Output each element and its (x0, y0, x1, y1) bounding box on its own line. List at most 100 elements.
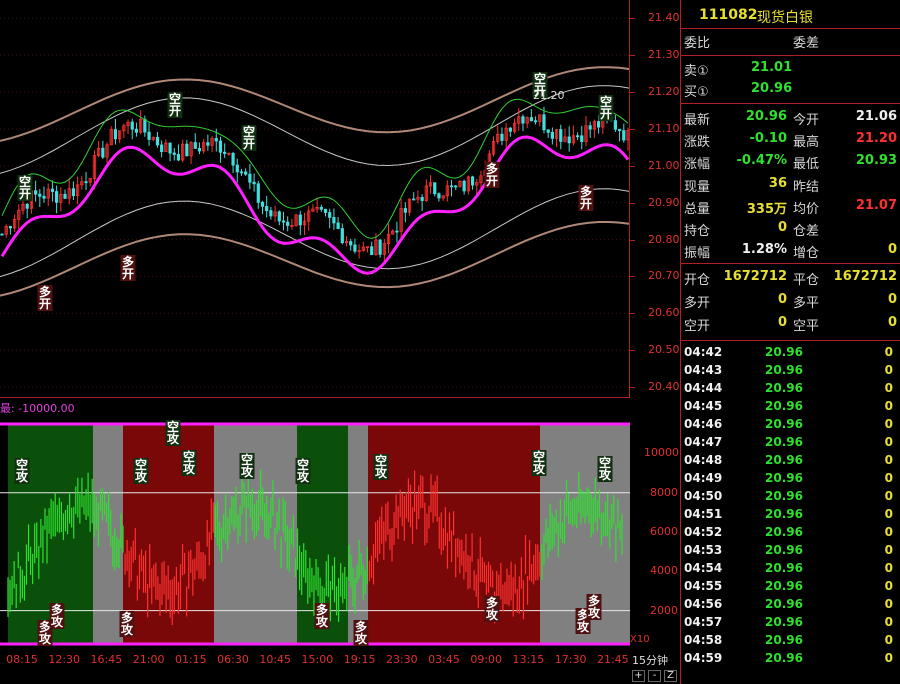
candle-body (319, 206, 323, 210)
tick-time: 04:44 (684, 381, 723, 395)
tick-row: 04:55 20.96 0 (681, 577, 900, 595)
tick-time: 04:53 (684, 543, 723, 557)
candle-body (223, 151, 227, 154)
short-attack-signal-char: 攻 (241, 464, 254, 479)
candle-body (269, 210, 273, 217)
tick-price: 20.96 (765, 561, 803, 575)
candle-body (617, 128, 622, 132)
short-attack-signal-char: 攻 (167, 431, 180, 446)
tick-price: 20.96 (765, 633, 803, 647)
tick-volume: 0 (884, 579, 893, 593)
tick-volume: 0 (884, 615, 893, 629)
candle-body (265, 205, 269, 212)
candle-body (500, 133, 504, 141)
candle-body (55, 191, 59, 203)
tick-price: 20.96 (765, 471, 803, 485)
tick-volume: 0 (884, 561, 893, 575)
tick-price: 20.96 (765, 417, 803, 431)
price-tick-label: 21.30 (648, 48, 680, 62)
short-attack-signal-char: 攻 (533, 461, 546, 476)
tick-price: 20.96 (765, 651, 803, 665)
quote-panel: 111082 现货白银 委比 委差 卖① 21.01 买① 20.96 最新 2… (680, 0, 900, 684)
tick-time: 04:59 (684, 651, 723, 665)
long-attack-signal-char: 攻 (355, 631, 368, 646)
tick-price: 20.96 (765, 597, 803, 611)
tick-time: 04:48 (684, 453, 723, 467)
tick-time: 04:50 (684, 489, 723, 503)
signal-lines (0, 98, 630, 275)
candle-body (336, 222, 340, 229)
candle-body (172, 152, 176, 155)
candle-body (130, 121, 134, 130)
tick-row: 04:45 20.96 0 (681, 397, 900, 415)
scroll-strip[interactable] (0, 668, 630, 684)
tick-time: 04:43 (684, 363, 723, 377)
tick-row: 04:57 20.96 0 (681, 613, 900, 631)
short-attack-signal-char: 攻 (297, 469, 310, 484)
short-row: 空开 0 空平 0 (684, 315, 897, 334)
tick-price: 20.96 (765, 579, 803, 593)
price-chart[interactable]: 空开多开多开空开空开多开空开多开空开 (0, 0, 630, 398)
tick-row: 04:53 20.96 0 (681, 541, 900, 559)
candle-body (596, 121, 601, 128)
candle-body (218, 140, 223, 153)
candle-body (260, 201, 265, 207)
candle-body (193, 142, 197, 149)
candle-body (0, 233, 4, 236)
volume-row: 现量 36 昨结 (684, 176, 820, 195)
change-row: 涨跌 -0.10 最高 21.20 (684, 131, 897, 150)
indicator-tick-label: 8000 (650, 485, 678, 499)
candle-body (298, 214, 302, 226)
candle-body (34, 190, 38, 195)
time-tick-label: 12:30 (48, 653, 81, 666)
tick-price: 20.96 (765, 345, 803, 359)
tick-volume: 0 (884, 363, 893, 377)
candle-body (101, 147, 105, 158)
tick-time: 04:46 (684, 417, 723, 431)
tick-volume: 0 (884, 543, 893, 557)
tick-volume: 0 (884, 597, 893, 611)
tick-time: 04:47 (684, 435, 723, 449)
trade-signals: 空开多开多开空开空开多开空开多开空开 (17, 71, 614, 311)
candle-body (550, 131, 554, 139)
candle-body (370, 246, 374, 256)
tick-row: 04:49 20.96 0 (681, 469, 900, 487)
zoom-reset-button[interactable]: Z (664, 670, 677, 682)
candle-body (403, 208, 407, 213)
candle-body (235, 164, 239, 173)
tick-row: 04:58 20.96 0 (681, 631, 900, 649)
candle-body (147, 131, 151, 140)
buy-price: 20.96 (751, 81, 793, 96)
candle-body (38, 193, 42, 197)
short-attack-signal-char: 攻 (375, 465, 388, 480)
zoom-out-button[interactable]: - (648, 670, 661, 682)
tick-time: 04:42 (684, 345, 723, 359)
period-selector[interactable]: 15分钟 (632, 652, 668, 668)
time-tick-label: 19:15 (343, 653, 376, 666)
candle-body (437, 193, 441, 199)
tick-price: 20.96 (765, 525, 803, 539)
tick-row: 04:59 20.96 0 (681, 649, 900, 667)
candle-body (25, 203, 29, 209)
candle-body (433, 182, 437, 195)
short-attack-signal-char: 攻 (183, 461, 196, 476)
candle-body (395, 230, 399, 233)
candle-body (533, 120, 538, 123)
tick-time: 04:55 (684, 579, 723, 593)
tick-price: 20.96 (765, 453, 803, 467)
long-attack-signal-char: 攻 (51, 614, 64, 629)
price-tick-label: 21.40 (648, 11, 680, 25)
candle-body (277, 211, 281, 222)
candle-body (176, 154, 181, 161)
tick-time: 04:56 (684, 597, 723, 611)
long-row: 多开 0 多平 0 (684, 292, 897, 311)
short-attack-signal-char: 攻 (135, 469, 148, 484)
candle-body (546, 129, 550, 133)
zoom-in-button[interactable]: + (632, 670, 645, 682)
indicator-chart[interactable]: 空攻空攻空攻空攻空攻 空攻空攻空攻 空攻多攻多攻 多攻多攻 多攻多攻 多攻多攻 (0, 398, 630, 650)
long-attack-signal-char: 攻 (121, 622, 134, 637)
short-open-signal-char: 开 (600, 107, 612, 121)
time-tick-label: 16:45 (90, 653, 123, 666)
indicator-tick-label: 4000 (650, 564, 678, 578)
tick-row: 04:44 20.96 0 (681, 379, 900, 397)
